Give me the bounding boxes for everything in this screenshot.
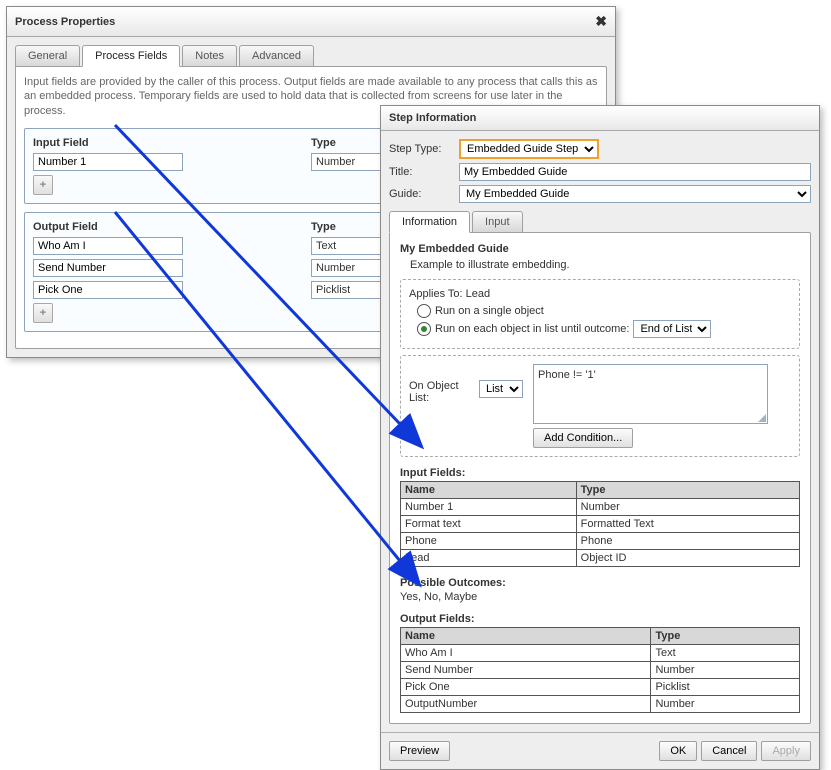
radio-single-object[interactable] — [417, 304, 431, 318]
output-field-name-2[interactable] — [33, 281, 183, 299]
step-dialog-title: Step Information — [389, 112, 476, 124]
output-field-name-1[interactable] — [33, 259, 183, 277]
process-tabs: General Process Fields Notes Advanced — [15, 45, 607, 67]
output-fields-title: Output Fields: — [400, 613, 800, 625]
table-row: Who Am IText — [401, 645, 800, 662]
guide-select[interactable]: My Embedded Guide — [459, 185, 811, 203]
step-information-dialog: Step Information Step Type: Embedded Gui… — [380, 105, 820, 770]
plus-icon: + — [40, 179, 46, 191]
table-row: Send NumberNumber — [401, 662, 800, 679]
col-name: Name — [401, 482, 577, 499]
condition-text: Phone != '1' — [538, 369, 596, 381]
radio-single-label: Run on a single object — [435, 305, 544, 317]
cancel-button[interactable]: Cancel — [701, 741, 757, 761]
input-fields-table: NameType Number 1Number Format textForma… — [400, 481, 800, 567]
info-tab-content: My Embedded Guide Example to illustrate … — [389, 232, 811, 724]
step-type-select[interactable]: Embedded Guide Step — [459, 139, 599, 159]
tab-advanced[interactable]: Advanced — [239, 45, 314, 67]
apply-button[interactable]: Apply — [761, 741, 811, 761]
on-object-label: On Object List: — [409, 364, 469, 404]
plus-icon-2: + — [40, 307, 46, 319]
output-fields-table: NameType Who Am IText Send NumberNumber … — [400, 627, 800, 713]
table-row: Format textFormatted Text — [401, 516, 800, 533]
step-dialog-header: Step Information — [381, 106, 819, 131]
ok-button[interactable]: OK — [659, 741, 697, 761]
title-label: Title: — [389, 166, 459, 178]
tab-input[interactable]: Input — [472, 211, 522, 233]
table-row: Number 1Number — [401, 499, 800, 516]
tab-process-fields[interactable]: Process Fields — [82, 45, 180, 67]
dialog-footer: Preview OK Cancel Apply — [381, 732, 819, 769]
table-row: Pick OnePicklist — [401, 679, 800, 696]
tab-information[interactable]: Information — [389, 211, 470, 233]
input-field-header: Input Field — [33, 137, 311, 149]
possible-outcomes-title: Possible Outcomes: — [400, 577, 800, 589]
on-object-select[interactable]: List — [479, 380, 523, 398]
guide-name: My Embedded Guide — [400, 243, 800, 255]
dialog-header: Process Properties ✖ — [7, 7, 615, 37]
output-field-name-0[interactable] — [33, 237, 183, 255]
radio-each-label: Run on each object in list until outcome… — [435, 323, 629, 335]
applies-to-block: Applies To: Lead Run on a single object … — [400, 279, 800, 349]
object-list-block: On Object List: List Phone != '1' Add — [400, 355, 800, 457]
guide-description: Example to illustrate embedding. — [410, 259, 800, 271]
table-row: OutputNumberNumber — [401, 696, 800, 713]
input-fields-title: Input Fields: — [400, 467, 800, 479]
applies-to-label: Applies To: Lead — [409, 288, 791, 300]
add-output-button[interactable]: + — [33, 303, 53, 323]
guide-label: Guide: — [389, 188, 459, 200]
table-row: LeadObject ID — [401, 550, 800, 567]
add-input-button[interactable]: + — [33, 175, 53, 195]
col-name-2: Name — [401, 628, 651, 645]
input-field-name-0[interactable] — [33, 153, 183, 171]
info-tabs: Information Input — [389, 211, 811, 233]
title-input[interactable] — [459, 163, 811, 181]
outcome-select[interactable]: End of List — [633, 320, 711, 338]
tab-notes[interactable]: Notes — [182, 45, 237, 67]
dialog-title: Process Properties — [15, 16, 115, 28]
close-icon[interactable]: ✖ — [595, 13, 607, 30]
possible-outcomes-value: Yes, No, Maybe — [400, 591, 800, 603]
condition-textarea[interactable]: Phone != '1' — [533, 364, 768, 424]
col-type-2: Type — [651, 628, 800, 645]
output-field-header: Output Field — [33, 221, 311, 233]
radio-each-object[interactable] — [417, 322, 431, 336]
table-row: PhonePhone — [401, 533, 800, 550]
step-dialog-body: Step Type: Embedded Guide Step Title: Gu… — [381, 131, 819, 732]
resize-grip-icon[interactable] — [758, 414, 766, 422]
col-type: Type — [576, 482, 799, 499]
add-condition-button[interactable]: Add Condition... — [533, 428, 633, 448]
step-type-label: Step Type: — [389, 143, 459, 155]
preview-button[interactable]: Preview — [389, 741, 450, 761]
tab-general[interactable]: General — [15, 45, 80, 67]
